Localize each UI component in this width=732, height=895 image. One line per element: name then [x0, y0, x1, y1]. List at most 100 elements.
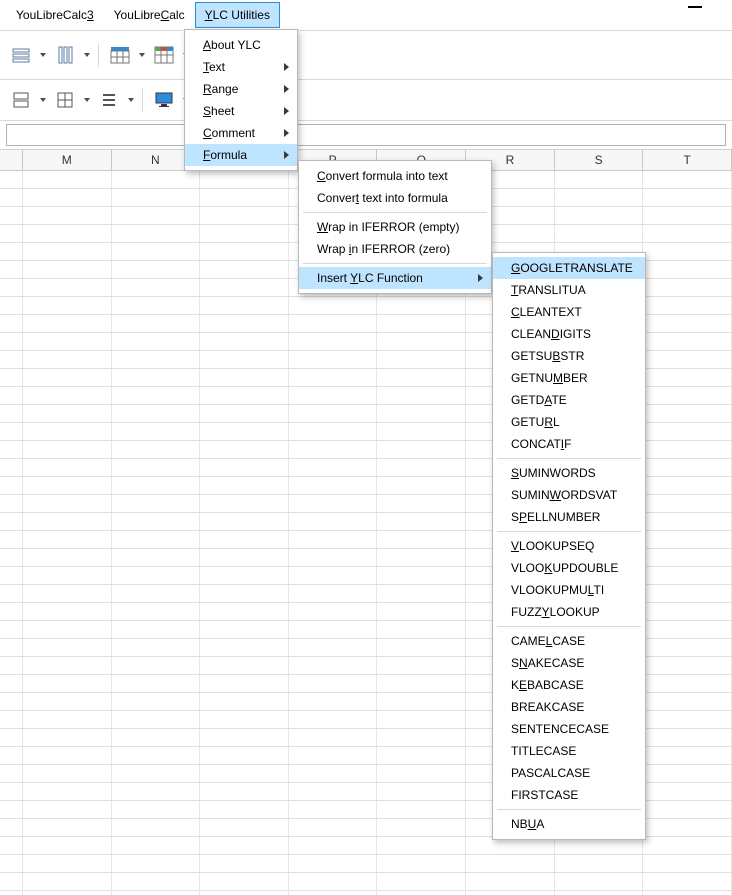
grid-cell[interactable] [112, 855, 201, 872]
grid-cell[interactable] [289, 369, 378, 386]
grid-cell[interactable] [200, 765, 289, 782]
grid-cell[interactable] [112, 747, 201, 764]
row-header[interactable] [0, 387, 23, 404]
menubar-item[interactable]: YouLibreCalc3 [6, 2, 104, 28]
row-header[interactable] [0, 693, 23, 710]
grid-cell[interactable] [23, 261, 112, 278]
grid-cell[interactable] [200, 783, 289, 800]
grid-cell[interactable] [289, 873, 378, 890]
grid-cell[interactable] [112, 243, 201, 260]
grid-cell[interactable] [200, 387, 289, 404]
grid-cell[interactable] [377, 873, 466, 890]
grid-cell[interactable] [112, 639, 201, 656]
grid-cell[interactable] [289, 495, 378, 512]
grid-cell[interactable] [643, 333, 732, 350]
dropdown-icon[interactable] [126, 86, 136, 114]
grid-cell[interactable] [23, 315, 112, 332]
grid-cell[interactable] [200, 549, 289, 566]
grid-cell[interactable] [377, 837, 466, 854]
grid-cell[interactable] [23, 747, 112, 764]
grid-cell[interactable] [112, 297, 201, 314]
monitor-icon[interactable] [149, 85, 179, 115]
grid-cell[interactable] [643, 351, 732, 368]
grid-cell[interactable] [200, 819, 289, 836]
grid-cell[interactable] [23, 243, 112, 260]
grid-cell[interactable] [377, 495, 466, 512]
toolbar-column-icon[interactable] [50, 40, 80, 70]
menu-item[interactable]: Text [185, 56, 297, 78]
menu-item[interactable]: GOOGLETRANSLATE [493, 257, 645, 279]
grid-cell[interactable] [23, 405, 112, 422]
grid-cell[interactable] [643, 693, 732, 710]
row-header[interactable] [0, 585, 23, 602]
grid-cell[interactable] [289, 783, 378, 800]
grid-cell[interactable] [377, 423, 466, 440]
grid-cell[interactable] [200, 585, 289, 602]
grid-cell[interactable] [643, 639, 732, 656]
grid-cell[interactable] [200, 369, 289, 386]
grid-cell[interactable] [643, 171, 732, 188]
row-header[interactable] [0, 801, 23, 818]
grid-cell[interactable] [377, 477, 466, 494]
grid-cell[interactable] [289, 387, 378, 404]
grid-cell[interactable] [377, 819, 466, 836]
menu-item[interactable]: GETNUMBER [493, 367, 645, 389]
grid-cell[interactable] [643, 837, 732, 854]
grid-cell[interactable] [112, 189, 201, 206]
grid-cell[interactable] [289, 603, 378, 620]
grid-cell[interactable] [112, 531, 201, 548]
grid-cell[interactable] [23, 657, 112, 674]
menu-item[interactable]: NBUA [493, 813, 645, 835]
grid-cell[interactable] [377, 657, 466, 674]
row-header[interactable] [0, 279, 23, 296]
grid-cell[interactable] [466, 873, 555, 890]
grid-cell[interactable] [23, 297, 112, 314]
grid-cell[interactable] [112, 261, 201, 278]
grid-cell[interactable] [289, 711, 378, 728]
grid-cell[interactable] [200, 873, 289, 890]
column-header[interactable]: T [643, 150, 732, 170]
row-header[interactable] [0, 837, 23, 854]
grid-cell[interactable] [200, 189, 289, 206]
menu-item[interactable]: Convert formula into text [299, 165, 491, 187]
menu-item[interactable]: KEBABCASE [493, 674, 645, 696]
grid-cell[interactable] [112, 891, 201, 895]
grid-cell[interactable] [23, 729, 112, 746]
grid-cell[interactable] [23, 567, 112, 584]
menu-item[interactable]: SUMINWORDS [493, 462, 645, 484]
grid-cell[interactable] [377, 297, 466, 314]
menu-item[interactable]: Formula [185, 144, 297, 166]
grid-cell[interactable] [377, 639, 466, 656]
grid-cell[interactable] [200, 837, 289, 854]
grid-cell[interactable] [23, 585, 112, 602]
grid-cell[interactable] [289, 675, 378, 692]
menu-item[interactable]: Convert text into formula [299, 187, 491, 209]
row-header[interactable] [0, 621, 23, 638]
grid-cell[interactable] [377, 693, 466, 710]
grid-cell[interactable] [643, 423, 732, 440]
row-header[interactable] [0, 765, 23, 782]
grid-cell[interactable] [377, 765, 466, 782]
menu-item[interactable]: TITLECASE [493, 740, 645, 762]
row-header[interactable] [0, 351, 23, 368]
dropdown-icon[interactable] [137, 41, 147, 69]
grid-cell[interactable] [200, 693, 289, 710]
menu-item[interactable]: CONCATIF [493, 433, 645, 455]
grid-cell[interactable] [112, 549, 201, 566]
row-header[interactable] [0, 261, 23, 278]
row-header[interactable] [0, 729, 23, 746]
grid-cell[interactable] [23, 801, 112, 818]
grid-cell[interactable] [112, 351, 201, 368]
grid-cell[interactable] [377, 855, 466, 872]
grid-cell[interactable] [377, 315, 466, 332]
grid-cell[interactable] [112, 585, 201, 602]
grid-cell[interactable] [200, 855, 289, 872]
row-header[interactable] [0, 369, 23, 386]
grid-cell[interactable] [200, 297, 289, 314]
grid-cell[interactable] [112, 657, 201, 674]
grid-cell[interactable] [112, 783, 201, 800]
grid-cell[interactable] [200, 351, 289, 368]
grid-cell[interactable] [200, 621, 289, 638]
grid-cell[interactable] [643, 495, 732, 512]
grid-cell[interactable] [112, 873, 201, 890]
